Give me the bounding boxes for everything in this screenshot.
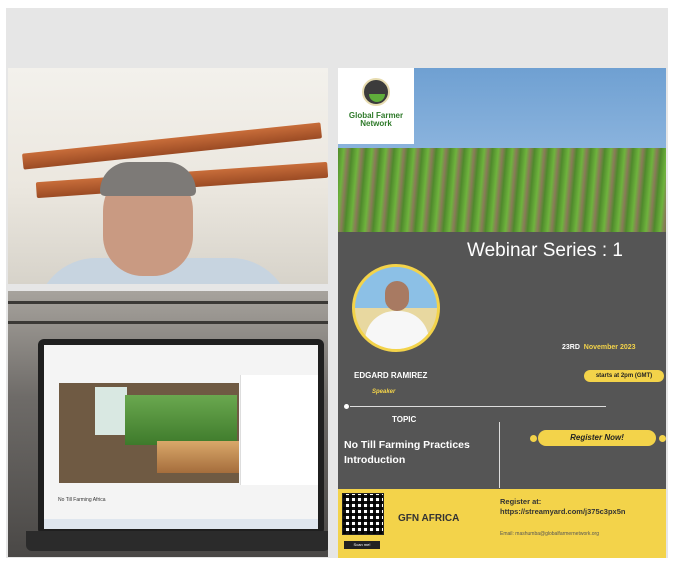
date-month-year: November 2023 [583, 344, 636, 351]
speaker-photo [352, 264, 440, 352]
webcam-video-tile [8, 68, 328, 284]
date-day: 23RD [562, 344, 580, 351]
vertical-divider [499, 422, 500, 488]
shared-camera-tile: No Till Farming Africa [8, 291, 328, 557]
register-dot-right [659, 435, 666, 442]
webinar-title: Webinar Series : 1 [467, 240, 623, 261]
topic-line1: No Till Farming Practices [344, 439, 470, 451]
screen-taskbar [44, 519, 318, 529]
laptop-keyboard [26, 531, 328, 551]
register-label: Register at: [500, 497, 542, 506]
logo-text-line2: Network [360, 119, 392, 128]
qr-label: Scan me! [344, 541, 380, 549]
qr-code[interactable] [342, 493, 384, 535]
screen-caption: No Till Farming Africa [58, 497, 106, 503]
gfn-logo-icon [362, 78, 390, 106]
divider-dot [344, 404, 349, 409]
screen-map-image [95, 387, 127, 435]
topic-text: No Till Farming Practices Introduction [344, 438, 470, 468]
screen-field-image [125, 395, 237, 445]
start-time-badge: starts at 2pm (GMT) [584, 370, 664, 382]
screen-tractor-image [157, 441, 239, 473]
speaker-role: Speaker [372, 389, 396, 395]
laptop-screen: No Till Farming Africa [44, 345, 318, 529]
laptop: No Till Farming Africa [38, 339, 324, 535]
person-hair [100, 162, 196, 196]
register-url[interactable]: https://streamyard.com/j375c3px5n [500, 507, 625, 517]
webinar-poster: Global Farmer Network Webinar Series : 1… [338, 68, 666, 558]
gfn-logo: Global Farmer Network [338, 68, 414, 144]
crop-field-photo [338, 148, 666, 232]
topic-line2: Introduction [344, 454, 406, 466]
register-now-button[interactable]: Register Now! [538, 430, 656, 446]
screen-chat-panel [240, 375, 318, 485]
screen-hero-image [59, 383, 239, 483]
register-dot-left [530, 435, 537, 442]
topic-label: TOPIC [392, 415, 417, 424]
org-name: GFN AFRICA [398, 513, 460, 524]
divider-line [350, 406, 606, 407]
webinar-date: 23RD November 2023 [562, 344, 636, 351]
speaker-name: EDGARD RAMIREZ [354, 371, 428, 380]
contact-email[interactable]: Email: mashumba@globalfarmernetwork.org [500, 531, 599, 537]
balcony-rail [8, 301, 328, 304]
poster-footer: Scan me! GFN AFRICA Register at: https:/… [338, 489, 666, 558]
balcony-rail [8, 321, 328, 324]
